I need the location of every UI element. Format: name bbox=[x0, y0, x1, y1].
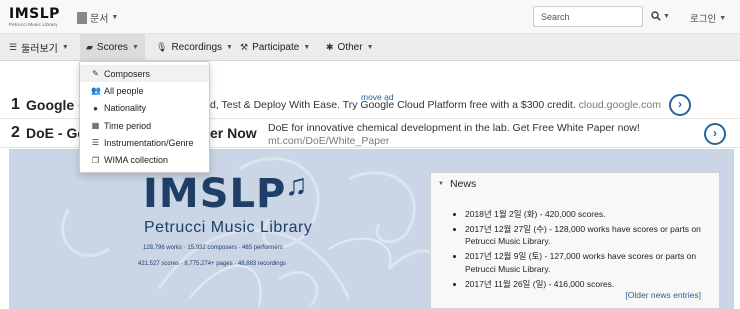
ad-url[interactable]: mt.com/DoE/White_Paper bbox=[268, 135, 389, 147]
menu-item-label: All people bbox=[104, 85, 144, 96]
news-item: 2017년 12월 9일 (토) - 127,000 works have sc… bbox=[465, 250, 713, 275]
menu-item-label: Composers bbox=[104, 68, 151, 79]
ad-title-end[interactable]: er Now bbox=[210, 125, 257, 141]
menu-item-label: Time period bbox=[104, 120, 152, 131]
caret-down-icon: ▼ bbox=[111, 14, 119, 21]
banner-stats-works: 128,796 works · 15,932 composers · 465 p… bbox=[143, 245, 283, 251]
nav-browse[interactable]: ☰ 둘러보기 ▼ bbox=[3, 34, 75, 60]
book-icon: ▰ bbox=[86, 41, 93, 52]
logo-text: IMSLP bbox=[9, 6, 60, 22]
menu-item-label: Nationality bbox=[104, 103, 147, 114]
banner-subtitle: Petrucci Music Library bbox=[144, 219, 313, 236]
menu-item-label: WIMA collection bbox=[104, 155, 169, 166]
users-icon: 👥 bbox=[91, 86, 101, 96]
menu-item-instrumentation[interactable]: ☰ Instrumentation/Genre bbox=[80, 134, 209, 151]
move-ad-link[interactable]: move ad bbox=[361, 92, 394, 102]
top-bar: IMSLP Petrucci Music Library 문서 ▼ ▼ 로그인 … bbox=[0, 0, 740, 34]
chevron-right-icon[interactable]: › bbox=[704, 123, 726, 145]
pencil-icon: ✎ bbox=[92, 69, 99, 79]
ad-number: 2 bbox=[11, 124, 20, 141]
menu-item-nationality[interactable]: ● Nationality bbox=[80, 100, 209, 117]
search-input[interactable] bbox=[533, 6, 643, 27]
news-header[interactable]: ▼ News bbox=[438, 178, 476, 190]
banner-logo-title: IMSLP bbox=[143, 171, 287, 217]
ad-description: DoE for innovative chemical development … bbox=[268, 122, 640, 134]
nav-browse-label: 둘러보기 bbox=[21, 43, 58, 55]
nav-other[interactable]: ✱ Other ▼ bbox=[320, 34, 380, 60]
nav-other-label: Other bbox=[337, 41, 363, 53]
documents-menu[interactable]: 문서 ▼ bbox=[77, 10, 118, 25]
news-panel: ▼ News 2018년 1월 2일 (화) - 420,000 scores.… bbox=[430, 172, 720, 309]
logo-subtitle: Petrucci Music Library bbox=[9, 22, 58, 27]
ad-title[interactable]: DoE - Ge bbox=[26, 125, 85, 141]
documents-menu-label: 문서 bbox=[90, 14, 109, 25]
search-icon bbox=[651, 11, 661, 21]
nav-participate[interactable]: ⚒ Participate ▼ bbox=[234, 34, 316, 60]
globe-icon: ● bbox=[93, 103, 98, 113]
main-nav: ☰ 둘러보기 ▼ ▰ Scores ▼ 🎙 Recordings ▼ ⚒ Par… bbox=[0, 34, 740, 61]
calendar-icon: ▦ bbox=[91, 121, 100, 131]
news-item: 2018년 1월 2일 (화) - 420,000 scores. bbox=[465, 208, 713, 221]
nav-scores[interactable]: ▰ Scores ▼ bbox=[80, 34, 145, 60]
music-note-icon: ♫ bbox=[285, 169, 308, 202]
caret-down-icon: ▼ bbox=[366, 43, 374, 51]
caret-down-icon: ▼ bbox=[132, 43, 139, 51]
caret-down-icon: ▼ bbox=[226, 43, 233, 51]
caret-down-icon: ▼ bbox=[303, 43, 311, 51]
older-news-link[interactable]: [Older news entries] bbox=[625, 290, 701, 300]
menu-item-label: Instrumentation/Genre bbox=[104, 137, 194, 148]
nav-recordings-label: Recordings bbox=[171, 41, 223, 53]
news-list: 2018년 1월 2일 (화) - 420,000 scores. 2017년 … bbox=[455, 208, 713, 292]
asterisk-icon: ✱ bbox=[326, 41, 334, 52]
nav-scores-label: Scores bbox=[96, 41, 129, 53]
menu-item-wima[interactable]: ❐ WIMA collection bbox=[80, 151, 209, 168]
collapse-triangle-icon: ▼ bbox=[438, 181, 444, 187]
document-icon bbox=[77, 11, 87, 24]
ad-url[interactable]: cloud.google.com bbox=[579, 99, 661, 111]
nav-participate-label: Participate bbox=[252, 41, 300, 53]
menu-item-time-period[interactable]: ▦ Time period bbox=[80, 117, 209, 134]
login-menu[interactable]: 로그인 ▼ bbox=[690, 11, 726, 25]
ad-number: 1 bbox=[11, 96, 20, 113]
copy-icon: ❐ bbox=[91, 155, 100, 165]
bars-icon: ☰ bbox=[9, 41, 18, 52]
caret-down-icon: ▼ bbox=[719, 14, 727, 22]
caret-down-icon: ▼ bbox=[663, 12, 670, 20]
banner-stats-scores: 421,527 scores · 8,775,274+ pages · 48,8… bbox=[138, 261, 286, 267]
login-label: 로그인 bbox=[690, 14, 717, 25]
menu-item-composers[interactable]: ✎ Composers bbox=[80, 65, 209, 83]
list-icon: ☰ bbox=[91, 138, 100, 148]
news-heading: News bbox=[449, 178, 477, 190]
chevron-right-icon[interactable]: › bbox=[669, 94, 691, 116]
scores-dropdown-menu: ✎ Composers 👥 All people ● Nationality ▦… bbox=[79, 61, 210, 173]
search-button[interactable]: ▼ bbox=[651, 11, 670, 21]
site-logo[interactable]: IMSLP Petrucci Music Library bbox=[9, 7, 60, 27]
microphone-icon: 🎙 bbox=[156, 41, 168, 52]
menu-item-all-people[interactable]: 👥 All people bbox=[80, 82, 209, 99]
news-item: 2017년 12월 27일 (수) - 128,000 works have s… bbox=[465, 223, 713, 248]
caret-down-icon: ▼ bbox=[61, 43, 69, 51]
nav-recordings[interactable]: 🎙 Recordings ▼ bbox=[150, 34, 239, 60]
hammer-icon: ⚒ bbox=[240, 41, 249, 52]
ad-description-wrap: d, Test & Deploy With Ease. Try Google C… bbox=[210, 99, 661, 111]
news-item: 2017년 11월 26일 (일) - 416,000 scores. bbox=[465, 278, 713, 291]
